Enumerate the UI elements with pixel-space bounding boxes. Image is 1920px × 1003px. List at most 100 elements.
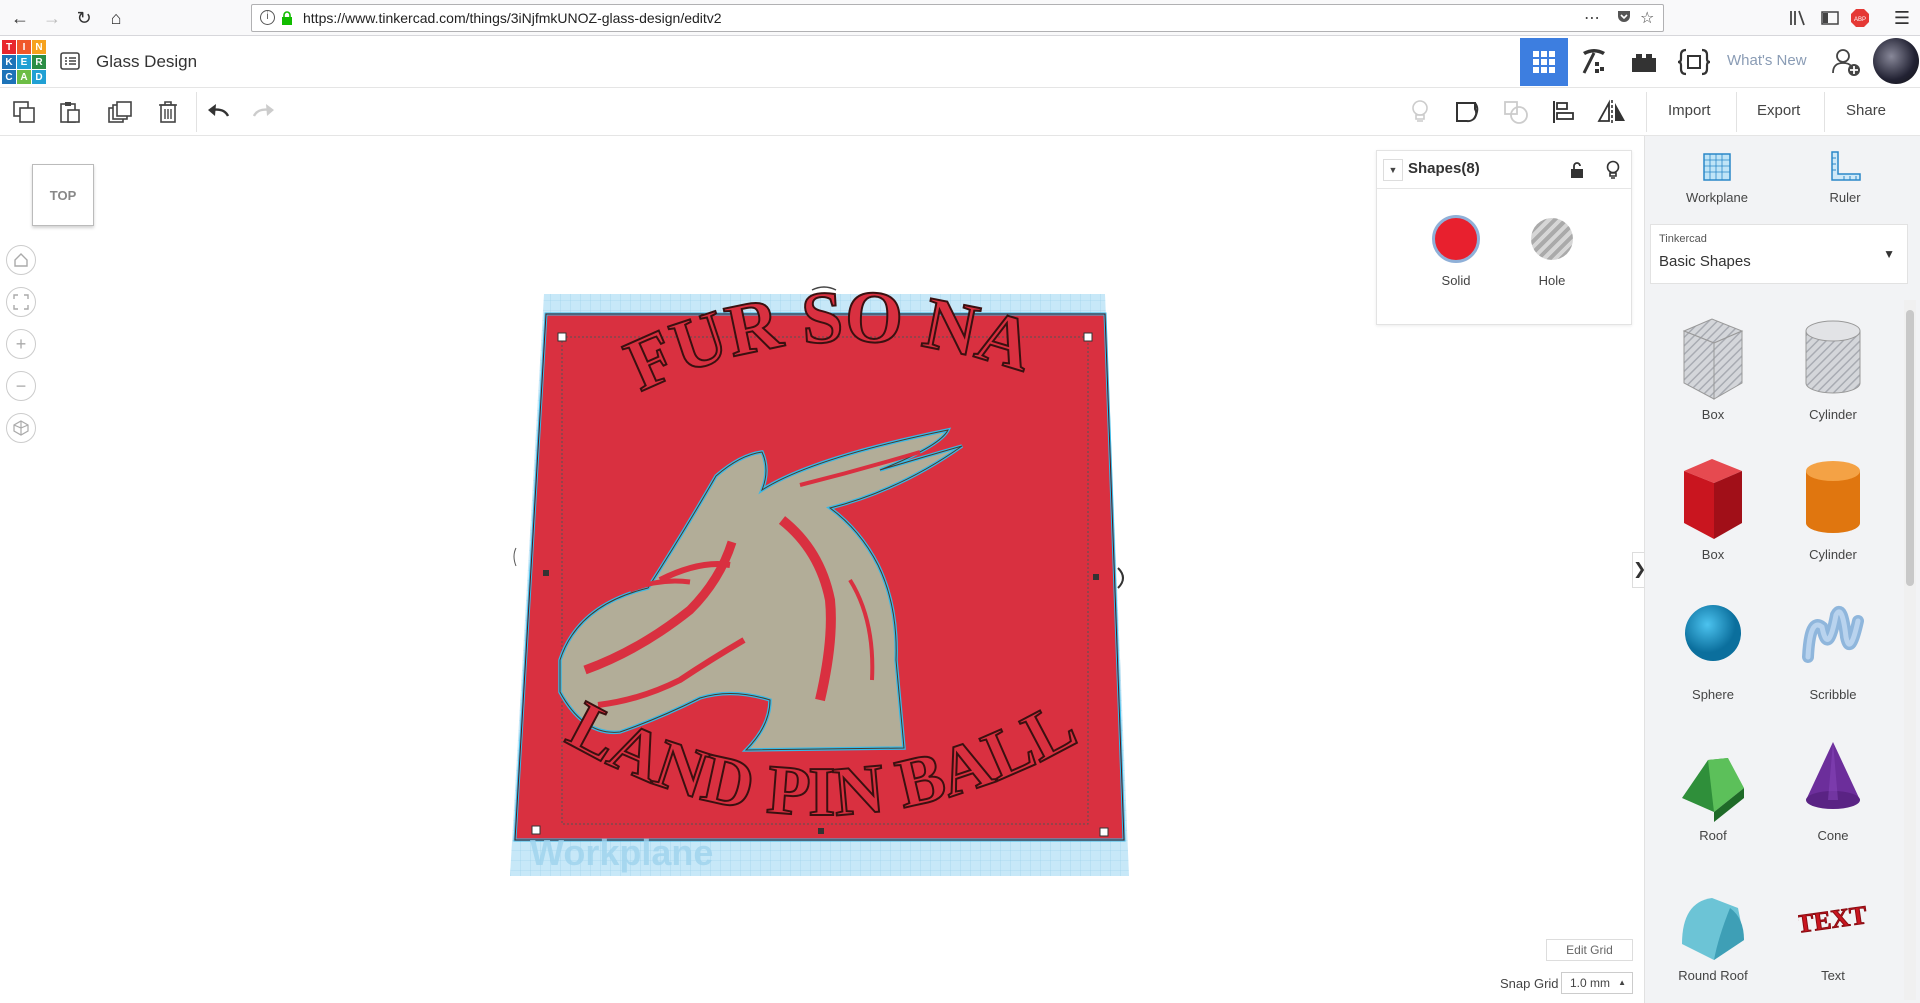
codeblocks-button[interactable] (1670, 38, 1718, 86)
shape-inspector: ▼ Shapes(8) Solid Hole (1376, 150, 1632, 325)
shape-tile-text[interactable]: TEXT Text (1778, 866, 1888, 986)
panel-scrollbar[interactable] (1904, 300, 1916, 1000)
workplane-scene[interactable]: FUR SO NA LAND PIN BALL Workplane (500, 280, 1140, 880)
shape-tile-sphere[interactable]: Sphere (1658, 585, 1768, 705)
redo-button[interactable] (248, 96, 280, 128)
align-button[interactable] (1548, 96, 1580, 128)
rotate-handle[interactable] (513, 547, 517, 567)
inspector-title: Shapes(8) (1408, 160, 1480, 177)
ruler-icon (1831, 151, 1861, 181)
solid-color-swatch[interactable] (1432, 215, 1480, 263)
import-button[interactable]: Import (1656, 98, 1723, 124)
zoom-in-button[interactable]: + (6, 329, 36, 359)
library-icon[interactable] (1786, 6, 1810, 30)
cylinder-orange-icon (1806, 461, 1860, 533)
avatar[interactable] (1873, 38, 1919, 84)
resize-handle[interactable] (557, 332, 567, 342)
shape-tile-box-hole[interactable]: Box (1658, 305, 1768, 425)
logo-letter: E (17, 55, 31, 69)
design-title[interactable]: Glass Design (96, 52, 197, 72)
shape-tile-box[interactable]: Box (1658, 445, 1768, 565)
shape-label: Cylinder (1809, 547, 1857, 562)
shape-tile-cylinder-hole[interactable]: Cylinder (1778, 305, 1888, 425)
collapse-inspector-button[interactable]: ▼ (1383, 159, 1403, 181)
edit-grid-button[interactable]: Edit Grid (1546, 939, 1633, 961)
resize-handle[interactable] (1093, 574, 1099, 580)
bookmark-star-icon[interactable]: ☆ (1640, 8, 1654, 28)
show-all-button[interactable] (1404, 96, 1436, 128)
undo-button[interactable] (202, 96, 234, 128)
svg-text:TEXT: TEXT (1798, 900, 1868, 939)
page-actions-icon[interactable]: ⋯ (1584, 8, 1600, 28)
group-button[interactable] (1452, 96, 1484, 128)
bricks-button[interactable] (1620, 38, 1668, 86)
tinkercad-logo[interactable]: T I N K E R C A D (2, 40, 46, 84)
menu-icon[interactable]: ☰ (1890, 6, 1914, 30)
copy-button[interactable] (8, 96, 40, 128)
zoom-out-button[interactable]: − (6, 371, 36, 401)
reload-icon[interactable]: ↻ (72, 6, 96, 30)
edit-toolbar (0, 88, 1920, 136)
scrollbar-thumb[interactable] (1906, 310, 1914, 586)
shape-tile-cone[interactable]: Cone (1778, 726, 1888, 846)
undo-icon (208, 104, 230, 117)
whats-new-link[interactable]: What's New (1727, 52, 1807, 69)
share-button[interactable]: Share (1834, 98, 1898, 124)
ortho-view-button[interactable] (6, 413, 36, 443)
box-red-icon (1684, 459, 1742, 539)
mirror-button[interactable] (1596, 96, 1628, 128)
hole-swatch[interactable] (1531, 218, 1573, 260)
forward-icon[interactable]: → (40, 6, 64, 30)
paste-button[interactable] (54, 96, 86, 128)
delete-button[interactable] (152, 96, 184, 128)
chevron-down-icon: ▼ (1883, 247, 1895, 261)
shape-tile-cylinder[interactable]: Cylinder (1778, 445, 1888, 565)
shape-tile-round-roof[interactable]: Round Roof (1658, 866, 1768, 986)
shape-library-select[interactable]: Tinkercad Basic Shapes ▼ (1650, 224, 1908, 284)
rotate-handle[interactable] (1117, 567, 1124, 589)
workplane-label: Workplane (1686, 190, 1748, 205)
browser-toolbar: ← → ↻ ⌂ i https://www.tinkercad.com/thin… (0, 0, 1920, 36)
logo-letter: A (17, 70, 31, 84)
ungroup-icon (1504, 101, 1528, 124)
home-icon[interactable]: ⌂ (104, 6, 128, 30)
info-icon[interactable]: i (260, 10, 275, 25)
copy-icon (13, 101, 35, 123)
sidebar-icon[interactable] (1818, 6, 1842, 30)
lock-icon[interactable] (1569, 161, 1585, 179)
group-icon (1456, 102, 1479, 123)
logo-letter: C (2, 70, 16, 84)
add-user-icon (1832, 49, 1860, 76)
shape-label: Round Roof (1678, 968, 1748, 983)
url-bar[interactable]: i https://www.tinkercad.com/things/3iNjf… (251, 4, 1664, 32)
fit-view-button[interactable] (6, 287, 36, 317)
3d-view-button[interactable] (1520, 38, 1568, 86)
shape-tile-roof[interactable]: Roof (1658, 726, 1768, 846)
home-view-button[interactable] (6, 245, 36, 275)
ruler-tool[interactable]: Ruler (1800, 150, 1890, 205)
logo-letter: K (2, 55, 16, 69)
pocket-icon[interactable] (1616, 8, 1632, 29)
shape-label: Cylinder (1809, 407, 1857, 422)
brick-icon (1632, 54, 1656, 72)
duplicate-button[interactable] (104, 96, 136, 128)
resize-handle[interactable] (1099, 827, 1109, 837)
logo-letter: R (32, 55, 46, 69)
adblock-icon[interactable]: ABP (1848, 6, 1872, 30)
redo-icon (252, 104, 274, 117)
design-list-icon[interactable] (60, 52, 80, 70)
add-user-button[interactable] (1822, 38, 1870, 86)
ungroup-button[interactable] (1500, 96, 1532, 128)
workplane-tool[interactable]: Workplane (1672, 150, 1762, 205)
resize-handle[interactable] (1083, 332, 1093, 342)
blocks-button[interactable] (1570, 38, 1618, 86)
logo-letter: T (2, 40, 16, 54)
snap-grid-select[interactable]: 1.0 mm ▲ (1561, 972, 1633, 994)
shape-tile-scribble[interactable]: Scribble (1778, 585, 1888, 705)
export-button[interactable]: Export (1745, 98, 1812, 124)
roof-icon (1682, 758, 1744, 822)
lightbulb-icon[interactable] (1605, 160, 1621, 180)
view-cube[interactable]: TOP (32, 164, 94, 226)
back-icon[interactable]: ← (8, 6, 32, 30)
resize-handle[interactable] (543, 570, 549, 576)
